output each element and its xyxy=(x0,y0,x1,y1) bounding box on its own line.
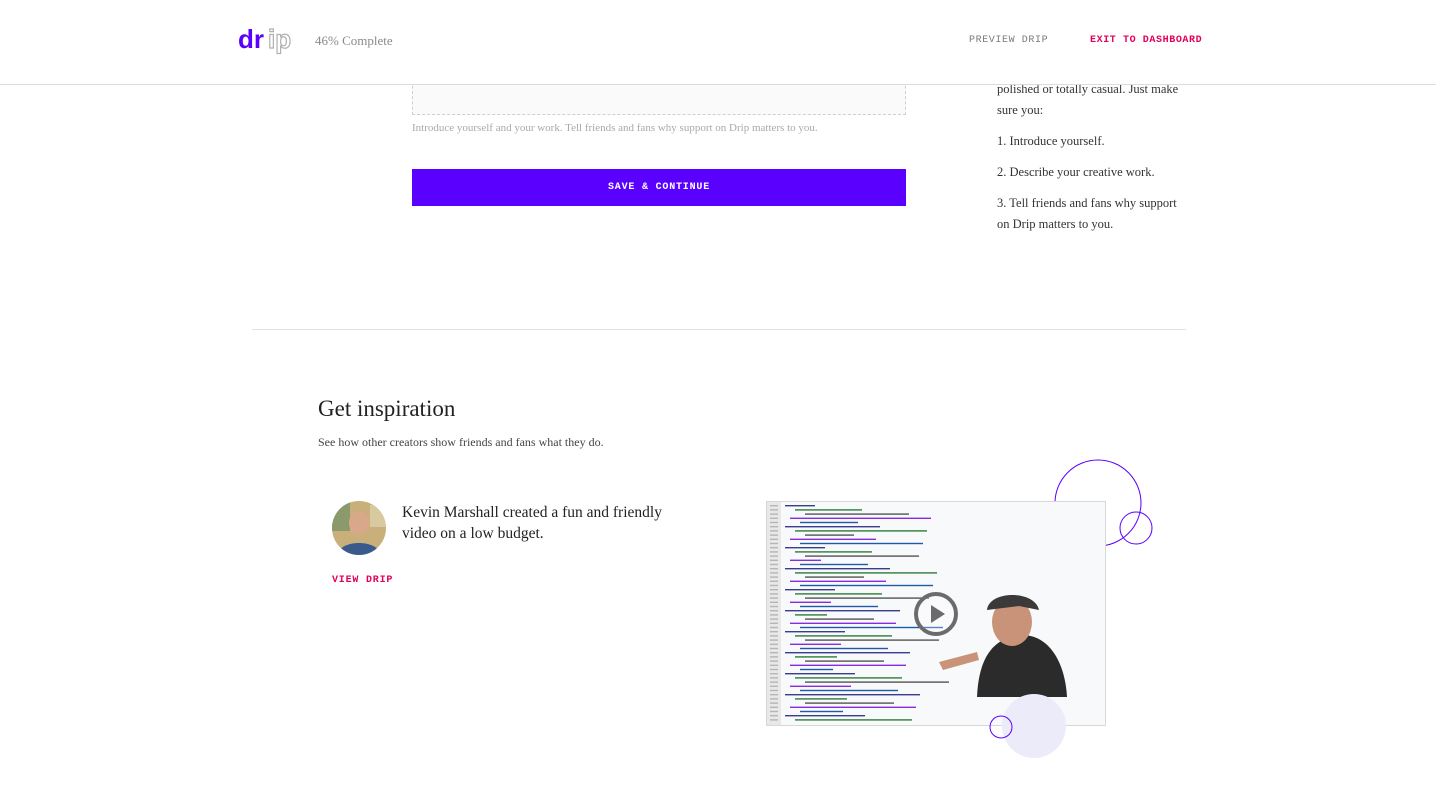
progress-text: 46% Complete xyxy=(315,33,393,48)
preview-drip-link[interactable]: PREVIEW DRIP xyxy=(969,35,1048,46)
video-thumbnail[interactable] xyxy=(766,501,1106,726)
creator-story: Kevin Marshall created a fun and friendl… xyxy=(402,504,662,542)
play-icon[interactable] xyxy=(913,591,959,637)
exit-to-dashboard-link[interactable]: EXIT TO DASHBOARD xyxy=(1090,35,1202,46)
tip-item: 3. Tell friends and fans why support on … xyxy=(997,196,1177,231)
tip-item: 1. Introduce yourself. xyxy=(997,134,1105,148)
tip-item: 2. Describe your creative work. xyxy=(997,165,1155,179)
save-continue-button[interactable]: SAVE & CONTINUE xyxy=(412,169,906,206)
svg-text:dr: dr xyxy=(238,24,264,54)
svg-text:ip: ip xyxy=(268,24,291,54)
inspiration-title: Get inspiration xyxy=(318,396,456,421)
inspiration-subtitle: See how other creators show friends and … xyxy=(318,435,604,449)
drip-logo[interactable]: dr ip xyxy=(238,24,298,58)
intro-hint: Introduce yourself and your work. Tell f… xyxy=(412,122,818,134)
tips-panel: polished or totally casual. Just make su… xyxy=(997,79,1187,245)
section-divider xyxy=(252,329,1186,330)
top-bar: dr ip 46% Complete PREVIEW DRIP EXIT TO … xyxy=(0,0,1436,85)
avatar xyxy=(332,501,386,555)
tips-intro: polished or totally casual. Just make su… xyxy=(997,82,1179,117)
view-drip-link[interactable]: VIEW DRIP xyxy=(332,575,393,586)
